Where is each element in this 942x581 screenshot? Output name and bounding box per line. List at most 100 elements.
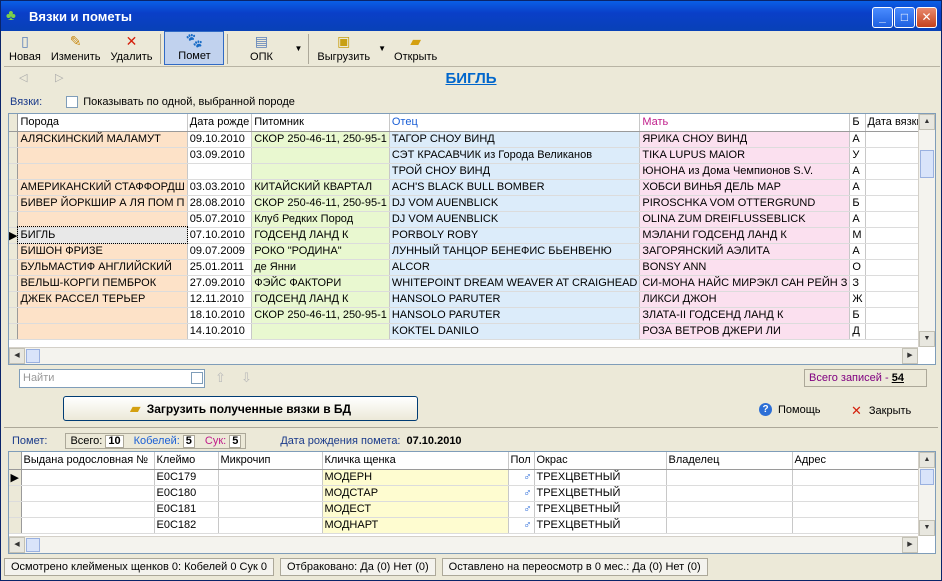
table-cell[interactable]: [865, 163, 926, 180]
table-cell[interactable]: М: [849, 227, 866, 244]
table-row[interactable]: 03.09.2010 СЭТ КРАСАВЧИК из Города Велика…: [9, 147, 935, 164]
table-cell[interactable]: ВЕЛЬШ-КОРГИ ПЕМБРОК: [17, 275, 188, 292]
table-cell[interactable]: ТРЕХЦВЕТНЫЙ: [534, 501, 667, 518]
table-cell[interactable]: HANSOLO PARUTER: [389, 307, 641, 324]
column-header[interactable]: Пол: [508, 452, 535, 470]
table-cell[interactable]: OLINA ZUM DREIFLUSSEBLICK: [639, 211, 851, 228]
table-cell[interactable]: ЛИКСИ ДЖОН: [639, 291, 851, 308]
table-cell[interactable]: ЯРИКА СНОУ ВИНД: [639, 131, 851, 148]
table-cell[interactable]: МОДЕСТ: [322, 501, 509, 518]
load-matings-button[interactable]: ▰ Загрузить полученные вязки в БД: [63, 396, 418, 421]
row-indicator[interactable]: [9, 485, 22, 502]
matings-horizontal-scrollbar[interactable]: ◀ ▶: [9, 347, 918, 364]
table-cell[interactable]: [17, 163, 188, 180]
column-header[interactable]: Питомник: [251, 114, 390, 132]
column-header[interactable]: Кличка щенка: [322, 452, 509, 470]
table-cell[interactable]: БИШОН ФРИЗЕ: [17, 243, 188, 260]
table-cell[interactable]: [865, 259, 926, 276]
table-cell[interactable]: E0C180: [154, 485, 219, 502]
column-header[interactable]: Микрочип: [218, 452, 323, 470]
row-indicator[interactable]: [9, 517, 22, 534]
table-cell[interactable]: РОКО "РОДИНА": [251, 243, 390, 260]
table-cell[interactable]: [865, 275, 926, 292]
table-row[interactable]: ТРОЙ СНОУ ВИНД ЮНОНА из Дома Чемпионов S.…: [9, 163, 935, 180]
table-cell[interactable]: Клуб Редких Пород: [251, 211, 390, 228]
table-cell[interactable]: ЗЛАТА-II ГОДСЕНД ЛАНД К: [639, 307, 851, 324]
table-cell[interactable]: BONSY ANN: [639, 259, 851, 276]
current-row-indicator-icon[interactable]: ▶: [9, 227, 19, 244]
column-header[interactable]: Дата рожде: [187, 114, 253, 132]
table-cell[interactable]: [865, 323, 926, 340]
table-cell[interactable]: ACH'S BLACK BULL BOMBER: [389, 179, 641, 196]
row-indicator[interactable]: [9, 243, 19, 260]
table-row[interactable]: ВЕЛЬШ-КОРГИ ПЕМБРОК 27.09.2010 ФЭЙС ФАКТОР…: [9, 275, 935, 292]
scroll-thumb[interactable]: [26, 538, 40, 552]
table-cell[interactable]: [187, 163, 253, 180]
table-cell[interactable]: WHITEPOINT DREAM WEAVER AT CRAIGHEAD: [389, 275, 641, 292]
row-indicator[interactable]: [9, 179, 19, 196]
table-cell[interactable]: О: [849, 259, 866, 276]
column-header[interactable]: Б: [849, 114, 866, 132]
filter-by-breed-checkbox[interactable]: [66, 96, 79, 108]
opk-button[interactable]: ▤ ОПК: [231, 31, 291, 65]
column-header[interactable]: Порода: [17, 114, 188, 132]
table-row[interactable]: БИШОН ФРИЗЕ 09.07.2009 РОКО "РОДИНА" ЛУННЫЙ…: [9, 243, 935, 260]
column-header[interactable]: Отец: [389, 114, 641, 132]
table-cell[interactable]: РОЗА ВЕТРОВ ДЖЕРИ ЛИ: [639, 323, 851, 340]
table-cell[interactable]: 07.10.2010: [187, 227, 253, 244]
puppies-vertical-scrollbar[interactable]: ▲ ▼: [918, 452, 935, 536]
table-cell[interactable]: [792, 485, 921, 502]
edit-button[interactable]: ✎ Изменить: [46, 31, 106, 65]
help-button[interactable]: ? Помощь: [759, 403, 821, 416]
table-cell[interactable]: ТРЕХЦВЕТНЫЙ: [534, 469, 667, 486]
find-dropdown[interactable]: [191, 372, 203, 384]
table-cell[interactable]: [251, 163, 390, 180]
scroll-up-icon[interactable]: ▲: [919, 452, 935, 468]
table-cell[interactable]: [17, 323, 188, 340]
row-indicator[interactable]: [9, 163, 19, 180]
close-button[interactable]: ✕ Закрыть: [851, 403, 911, 419]
table-cell[interactable]: Б: [849, 307, 866, 324]
table-cell[interactable]: [792, 501, 921, 518]
table-cell[interactable]: [792, 469, 921, 486]
table-cell[interactable]: [792, 517, 921, 534]
table-cell[interactable]: 05.07.2010: [187, 211, 253, 228]
table-row[interactable]: БИВЕР ЙОРКШИР А ЛЯ ПОМ П 28.08.2010 СКОР 2…: [9, 195, 935, 212]
table-cell[interactable]: [21, 485, 155, 502]
row-indicator[interactable]: [9, 131, 19, 148]
table-cell[interactable]: [865, 291, 926, 308]
table-cell[interactable]: А: [849, 163, 866, 180]
table-cell[interactable]: [666, 517, 793, 534]
table-cell[interactable]: PORBOLY ROBY: [389, 227, 641, 244]
table-cell[interactable]: У: [849, 147, 866, 164]
table-row[interactable]: E0C180 МОДСТАР ♂ ТРЕХЦВЕТНЫЙ: [9, 485, 921, 502]
row-indicator[interactable]: [9, 323, 19, 340]
male-icon[interactable]: ♂: [508, 501, 535, 518]
table-cell[interactable]: [21, 517, 155, 534]
column-header[interactable]: Выдана родословная №: [21, 452, 155, 470]
table-cell[interactable]: ДЖЕК РАССЕЛ ТЕРЬЕР: [17, 291, 188, 308]
export-button[interactable]: ▣ Выгрузить: [312, 31, 375, 65]
scroll-down-icon[interactable]: ▼: [919, 331, 935, 347]
table-cell[interactable]: БИГЛЬ: [16, 226, 189, 244]
table-cell[interactable]: 28.08.2010: [187, 195, 253, 212]
title-bar[interactable]: ♣ Вязки и пометы _ □ ✕: [1, 1, 941, 31]
table-cell[interactable]: [865, 131, 926, 148]
table-row[interactable]: ДЖЕК РАССЕЛ ТЕРЬЕР 12.11.2010 ГОДСЕНД ЛАНД…: [9, 291, 935, 308]
table-row[interactable]: 18.10.2010 СКОР 250-46-11, 250-95-1 HANSOL…: [9, 307, 935, 324]
row-indicator[interactable]: [9, 501, 22, 518]
table-cell[interactable]: 27.09.2010: [187, 275, 253, 292]
puppies-horizontal-scrollbar[interactable]: ◀ ▶: [9, 536, 918, 553]
table-cell[interactable]: СИ-МОНА НАЙС МИРЭКЛ САН РЕЙН З: [639, 275, 851, 292]
table-cell[interactable]: 03.03.2010: [187, 179, 253, 196]
find-next-icon[interactable]: ⇩: [241, 370, 252, 386]
column-header[interactable]: Мать: [639, 114, 851, 132]
table-cell[interactable]: МЭЛАНИ ГОДСЕНД ЛАНД К: [639, 227, 851, 244]
litter-button[interactable]: 🐾 Помет: [164, 31, 225, 65]
row-indicator[interactable]: [9, 291, 19, 308]
table-row[interactable]: АМЕРИКАНСКИЙ СТАФФОРДШ 03.03.2010 КИТАЙСКИ…: [9, 179, 935, 196]
table-cell[interactable]: БУЛЬМАСТИФ АНГЛИЙСКИЙ: [17, 259, 188, 276]
column-header[interactable]: Окрас: [534, 452, 667, 470]
scroll-right-icon[interactable]: ▶: [902, 537, 918, 553]
male-icon[interactable]: ♂: [508, 485, 535, 502]
